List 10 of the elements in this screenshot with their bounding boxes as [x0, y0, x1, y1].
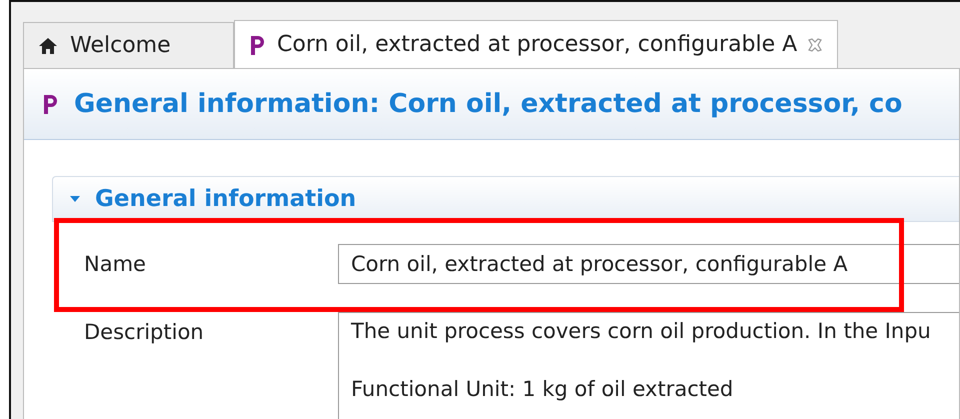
name-field[interactable]: Corn oil, extracted at processor, configurable A	[338, 244, 959, 284]
editor-tab[interactable]: Welcome	[23, 22, 234, 68]
section-header[interactable]: General information	[52, 176, 959, 222]
field-label: Description	[84, 319, 205, 344]
description-field[interactable]: The unit process covers corn oil production. In the Inpu Functional Unit: 1 kg of oil extracted	[338, 312, 959, 419]
description-paragraph: The unit process covers corn oil production. In the Inpu	[351, 319, 932, 343]
field-label: Name	[84, 251, 147, 276]
editor-title: General information: Corn oil, extracted at processor, co	[74, 89, 902, 119]
description-paragraph: Functional Unit: 1 kg of oil extracted	[351, 377, 734, 401]
editor-tab[interactable]: Corn oil, extracted at processor, configurable A	[234, 20, 838, 68]
